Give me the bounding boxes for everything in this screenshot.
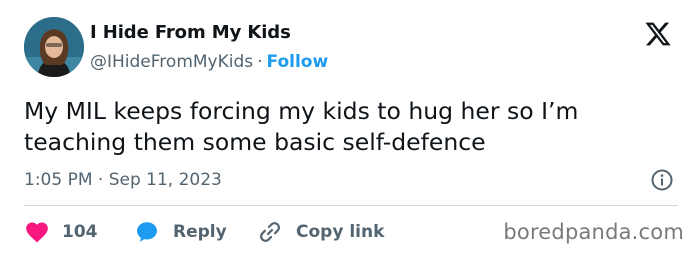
info-icon[interactable] [650,168,674,192]
watermark: boredpanda.com [503,220,684,244]
tweet-date[interactable]: Sep 11, 2023 [109,170,222,190]
link-icon [260,222,280,242]
divider [24,205,678,206]
copy-link-button[interactable]: Copy link [257,218,384,246]
x-logo-icon[interactable] [644,20,672,48]
reply-label: Reply [173,222,227,242]
avatar[interactable] [24,17,84,77]
author-handle[interactable]: @IHideFromMyKids [90,52,253,72]
like-button[interactable]: 104 [24,218,98,246]
tweet-header: I Hide From My Kids @IHideFromMyKids · Fol… [24,16,676,80]
follow-button[interactable]: Follow [267,52,329,72]
display-name[interactable]: I Hide From My Kids [90,21,328,45]
speech-bubble-icon [137,222,157,242]
author-block: I Hide From My Kids @IHideFromMyKids · Fol… [90,21,328,74]
reply-button[interactable]: Reply [134,218,227,246]
heart-icon [26,222,48,243]
meta-separator: · [97,170,104,190]
avatar-image [24,17,84,77]
copy-link-label: Copy link [296,222,385,242]
separator-dot: · [257,52,263,72]
tweet-time[interactable]: 1:05 PM [24,170,93,190]
handle-row: @IHideFromMyKids · Follow [90,50,328,74]
tweet-meta: 1:05 PM · Sep 11, 2023 [24,166,678,194]
like-count: 104 [62,222,98,242]
tweet-text: My MIL keeps forcing my kids to hug her … [24,97,579,156]
